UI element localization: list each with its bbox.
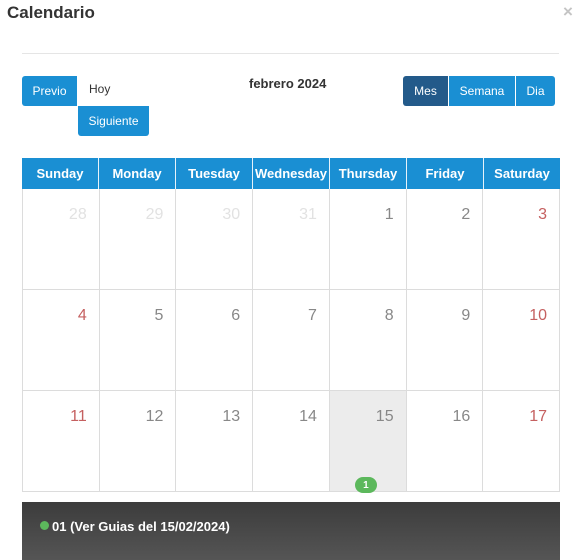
event-count-badge[interactable]: 1 (354, 477, 377, 493)
day-cell[interactable]: 29 (99, 189, 177, 290)
day-cell[interactable]: 7 (253, 290, 330, 391)
day-number[interactable]: 14 (299, 408, 317, 426)
day-number[interactable]: 8 (385, 307, 394, 325)
day-cell[interactable]: 2 (406, 189, 484, 290)
calendar-week-row: 11 12 13 14 15 1 16 17 (22, 391, 561, 493)
day-number[interactable]: 4 (78, 307, 87, 325)
weekday-thursday: Thursday (330, 158, 407, 189)
header-divider (22, 53, 559, 54)
weekday-wednesday: Wednesday (253, 158, 330, 189)
calendar-week-row: 4 5 6 7 8 9 10 (22, 290, 561, 391)
event-status-dot (40, 521, 49, 530)
event-tooltip: 01 (Ver Guias del 15/02/2024) (22, 502, 560, 560)
day-number[interactable]: 29 (146, 206, 164, 224)
weekday-header: Sunday Monday Tuesday Wednesday Thursday… (22, 158, 560, 189)
day-number[interactable]: 16 (453, 408, 471, 426)
day-cell[interactable]: 30 (176, 189, 254, 290)
day-number[interactable]: 2 (461, 206, 470, 224)
weekday-sunday: Sunday (22, 158, 99, 189)
day-number[interactable]: 5 (155, 307, 164, 325)
next-button[interactable]: Siguiente (78, 106, 149, 136)
day-cell[interactable]: 28 (22, 189, 100, 290)
period-title: febrero 2024 (249, 76, 327, 91)
day-cell[interactable]: 6 (176, 290, 254, 391)
day-cell[interactable]: 16 (406, 391, 484, 492)
view-day-button[interactable]: Dia (516, 76, 555, 106)
day-cell[interactable]: 17 (483, 391, 561, 492)
day-number[interactable]: 31 (299, 206, 317, 224)
day-number[interactable]: 30 (222, 206, 240, 224)
day-number[interactable]: 1 (385, 206, 394, 224)
day-cell[interactable]: 11 (22, 391, 100, 492)
view-month-button[interactable]: Mes (403, 76, 448, 106)
day-number[interactable]: 6 (231, 307, 240, 325)
day-number[interactable]: 3 (538, 206, 547, 224)
view-week-button[interactable]: Semana (449, 76, 515, 106)
day-number[interactable]: 17 (529, 408, 547, 426)
day-number[interactable]: 13 (222, 408, 240, 426)
day-cell[interactable]: 1 (329, 189, 407, 290)
day-cell[interactable]: 8 (329, 290, 407, 391)
day-cell[interactable]: 12 (99, 391, 177, 492)
calendar-week-row: 28 29 30 31 1 2 3 (22, 189, 561, 290)
day-cell[interactable]: 14 (253, 391, 330, 492)
day-cell[interactable]: 4 (22, 290, 100, 391)
day-cell[interactable]: 15 1 (329, 391, 407, 493)
day-number[interactable]: 12 (146, 408, 164, 426)
weekday-friday: Friday (407, 158, 484, 189)
day-cell[interactable]: 31 (253, 189, 330, 290)
weekday-tuesday: Tuesday (176, 158, 253, 189)
calendar-grid: 28 29 30 31 1 2 3 4 5 6 7 8 9 10 11 12 13 14 15 1 16 17 (22, 189, 561, 493)
weekday-saturday: Saturday (494, 166, 550, 181)
previous-button[interactable]: Previo (22, 76, 77, 106)
day-cell[interactable]: 9 (406, 290, 484, 391)
day-cell[interactable]: 10 (483, 290, 561, 391)
event-tooltip-text: 01 (Ver Guias del 15/02/2024) (52, 519, 230, 534)
day-number[interactable]: 11 (70, 408, 87, 426)
close-icon[interactable]: × (563, 3, 573, 20)
day-number[interactable]: 28 (69, 206, 87, 224)
weekday-monday: Monday (99, 158, 176, 189)
day-cell[interactable]: 3 (483, 189, 561, 290)
day-cell[interactable]: 5 (99, 290, 177, 391)
day-number[interactable]: 9 (461, 307, 470, 325)
month-calendar: Sunday Monday Tuesday Wednesday Thursday… (22, 158, 561, 493)
day-cell[interactable]: 13 (176, 391, 254, 492)
day-number[interactable]: 7 (308, 307, 317, 325)
today-button[interactable]: Hoy (78, 76, 148, 102)
modal-title: Calendario (7, 3, 95, 22)
day-number[interactable]: 10 (529, 307, 547, 325)
day-number[interactable]: 15 (376, 408, 394, 426)
